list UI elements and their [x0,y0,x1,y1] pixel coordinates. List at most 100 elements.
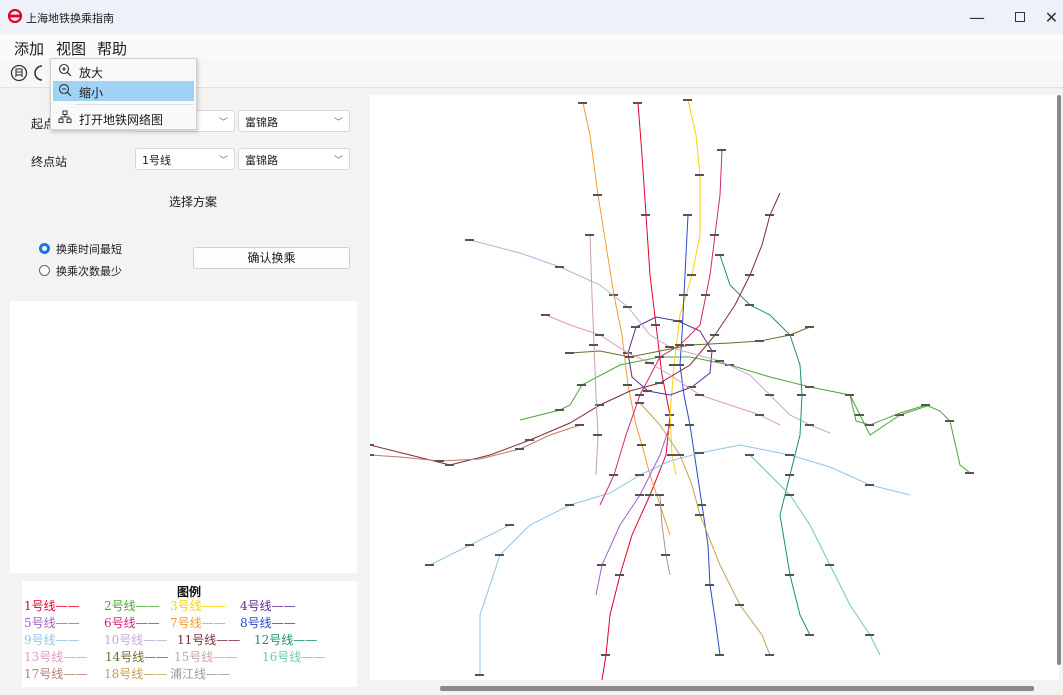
station-label-mark [595,334,604,336]
minimize-button[interactable]: — [955,4,999,30]
legend-entry: 15号线—— [174,650,238,664]
end-line-select[interactable]: 1号线 ﹀ [135,148,235,170]
metro-toolbar-icon[interactable] [10,64,28,82]
station-label-mark [687,274,696,276]
legend-entry: 18号线—— [104,667,168,681]
metro-line-path [849,394,971,474]
station-label-mark [555,409,564,411]
legend-entry: 17号线—— [24,667,88,681]
maximize-button[interactable] [998,4,1042,30]
legend-entry: 1号线—— [24,599,80,613]
station-label-mark [623,306,632,308]
menu-item-zoom-in[interactable]: 放大 [53,61,194,81]
station-label-mark [765,394,774,396]
station-label-mark [745,454,754,456]
confirm-transfer-button[interactable]: 确认换乘 [193,247,350,269]
radio-fastest[interactable] [39,243,50,254]
station-label-mark [805,326,814,328]
legend-entry: 16号线—— [262,650,326,664]
station-label-mark [865,634,874,636]
title-bar [0,0,1063,34]
legend-panel: 图例 1号线—— 2号线—— 3号线—— 4号线—— 5号线—— 6号线—— 7号线—— 8号… [22,581,357,687]
menu-view[interactable]: 视图 [56,38,86,59]
vertical-scrollbar[interactable] [1057,95,1061,665]
station-label-mark [623,384,632,386]
start-station-value: 富锦路 [245,116,278,129]
end-label: 终点站 [31,155,68,169]
metro-line-path [545,314,781,426]
metro-line-path [639,402,771,656]
station-label-mark [805,424,814,426]
station-label-mark [735,604,744,606]
radio-fewest[interactable] [39,265,50,276]
station-label-mark [785,494,794,496]
station-label-mark [715,254,724,256]
station-label-mark [797,394,806,396]
legend-entry: 5号线—— [24,616,80,630]
end-line-value: 1号线 [142,154,171,167]
station-label-mark [683,99,692,101]
station-label-mark [945,420,954,422]
menu-item-zoom-out[interactable]: 缩小 [53,81,194,101]
zoom-in-icon [58,63,72,77]
station-label-mark [745,274,754,276]
metro-line-path [659,494,671,576]
station-label-mark [645,362,654,364]
station-label-mark [635,394,644,396]
station-label-mark [855,414,864,416]
zoom-toolbar-icon[interactable] [33,64,43,82]
station-label-mark [645,494,654,496]
station-label-mark [615,574,624,576]
station-label-mark [683,214,692,216]
station-label-mark [655,494,664,496]
legend-entry: 8号线—— [240,616,296,630]
legend-entry: 10号线—— [104,633,168,647]
station-label-mark [631,326,640,328]
zoom-out-icon [58,83,72,97]
legend-entry: 2号线—— [104,599,160,613]
metro-line-path [719,254,811,636]
station-label-mark [635,494,644,496]
station-label-mark [705,584,714,586]
metro-network-map [365,99,974,681]
station-label-mark [697,504,706,506]
menu-bar [0,34,1063,58]
menu-add[interactable]: 添加 [14,38,44,59]
station-label-mark [845,394,854,396]
metro-line-path [519,384,583,421]
metro-line-path [479,444,911,675]
metro-map-canvas[interactable] [365,95,1059,681]
close-button[interactable]: ✕ [1040,4,1063,30]
station-label-mark [785,574,794,576]
horizontal-scrollbar[interactable] [440,686,1034,691]
chevron-down-icon: ﹀ [218,156,228,166]
zoom-in-label: 放大 [79,66,104,80]
metro-line-path [679,214,721,656]
end-station-select[interactable]: 富锦路 ﹀ [238,148,350,170]
station-label-mark [651,324,660,326]
station-label-mark [565,352,574,354]
station-label-mark [765,214,774,216]
station-label-mark [609,474,618,476]
station-label-mark [475,674,484,676]
station-label-mark [805,634,814,636]
menu-item-open-network[interactable]: 打开地铁网络图 [53,108,194,128]
option-fastest-label: 换乘时间最短 [56,243,122,256]
station-label-mark [593,434,602,436]
station-label-mark [805,386,814,388]
menu-help[interactable]: 帮助 [97,38,127,59]
station-label-mark [365,444,374,446]
station-label-mark [625,356,634,358]
station-label-mark [710,234,719,236]
station-label-mark [665,346,674,348]
station-label-mark [695,514,704,516]
chevron-down-icon: ﹀ [333,118,343,128]
start-station-select[interactable]: 富锦路 ﹀ [238,110,350,132]
station-label-mark [715,654,724,656]
station-label-mark [865,424,874,426]
station-label-mark [661,554,670,556]
station-label-mark [825,564,834,566]
station-label-mark [541,314,550,316]
station-label-mark [717,149,726,151]
station-label-mark [695,452,704,454]
